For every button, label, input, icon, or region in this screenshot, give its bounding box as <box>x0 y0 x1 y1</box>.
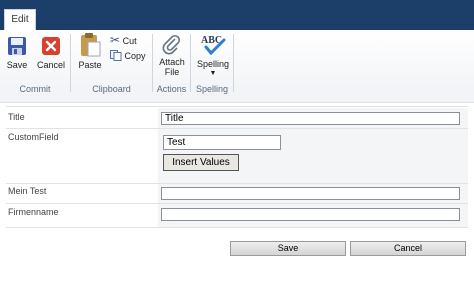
group-commit: Commit <box>19 84 51 94</box>
row-divider <box>6 128 468 129</box>
paperclip-icon <box>162 34 181 55</box>
cut-label: Cut <box>122 36 137 46</box>
firmenname-field[interactable] <box>161 208 460 221</box>
title-field[interactable] <box>161 112 460 125</box>
mein-test-field[interactable] <box>161 187 460 200</box>
customfield-input[interactable] <box>163 135 281 150</box>
cancel-label: Cancel <box>36 60 65 70</box>
spelling-button[interactable]: ABC Spelling ▼ <box>195 32 231 79</box>
row-divider <box>6 106 468 107</box>
cancel-button[interactable]: Cancel <box>36 36 66 70</box>
chevron-down-icon: ▼ <box>209 70 217 77</box>
save-label: Save <box>6 60 28 70</box>
group-clipboard: Clipboard <box>92 84 131 94</box>
copy-label: Copy <box>124 51 146 61</box>
attach-file-button[interactable]: Attach File <box>156 34 188 77</box>
group-actions: Actions <box>156 84 187 94</box>
attach-label-2: File <box>164 67 180 77</box>
row-divider <box>6 227 468 228</box>
title-label: Title <box>8 112 25 122</box>
floppy-disk-icon <box>8 37 26 55</box>
separator <box>233 34 234 92</box>
spell-check-icon: ABC <box>201 35 226 56</box>
customfield-label: CustomField <box>8 132 59 142</box>
mein-test-label: Mein Test <box>8 186 47 196</box>
tab-edit[interactable]: Edit <box>4 9 36 30</box>
firmenname-label: Firmenname <box>8 207 59 217</box>
row-divider <box>6 183 468 184</box>
copy-button[interactable]: Copy <box>110 50 146 61</box>
paste-button[interactable]: Paste <box>76 32 104 70</box>
group-spelling: Spelling <box>195 84 229 94</box>
cancel-x-icon <box>42 37 60 55</box>
save-form-button[interactable]: Save <box>230 241 346 256</box>
cancel-form-button[interactable]: Cancel <box>350 241 466 256</box>
clipboard-paste-icon <box>81 33 101 57</box>
scissors-icon: ✂ <box>110 33 121 47</box>
ribbon-bottom-strip <box>0 96 474 103</box>
ribbon-top-bar: Edit <box>0 0 474 30</box>
attach-label-1: Attach <box>159 57 185 67</box>
copy-icon <box>110 50 122 61</box>
insert-values-button[interactable]: Insert Values <box>163 154 239 171</box>
row-divider <box>6 203 468 204</box>
spelling-label: Spelling <box>196 59 230 69</box>
cut-button[interactable]: ✂ Cut <box>110 33 137 47</box>
save-button[interactable]: Save <box>4 36 30 70</box>
paste-label: Paste <box>78 60 102 70</box>
